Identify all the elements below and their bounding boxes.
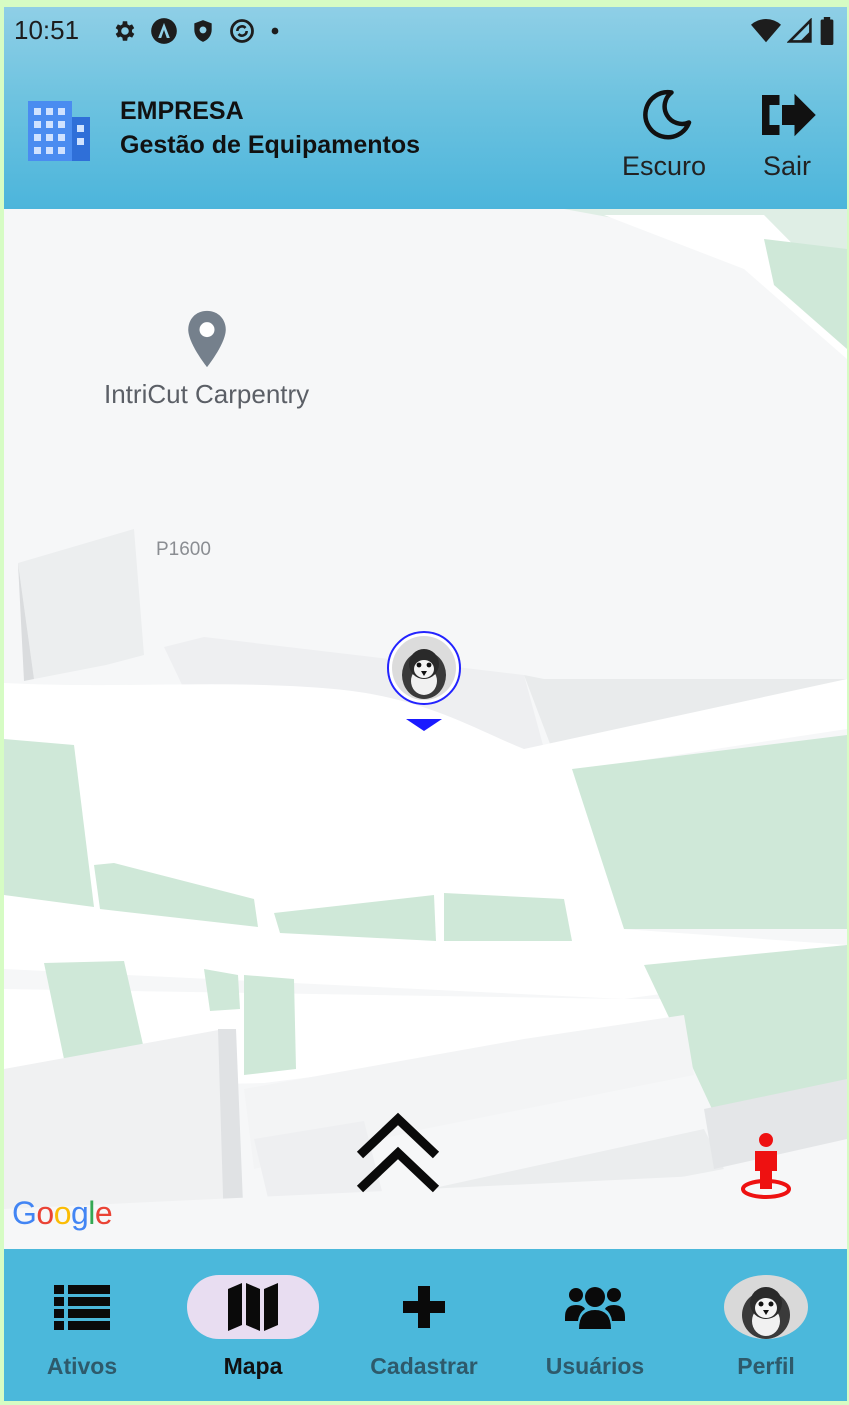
status-notification-icons [112,17,282,45]
app-subtitle: Gestão de Equipamentos [120,131,421,159]
shield-icon [194,20,212,42]
user-avatar-marker [387,631,461,731]
map-icon [228,1283,278,1331]
nav-item-ativos[interactable]: Ativos [7,1275,157,1380]
moon-icon [643,89,692,140]
battery-icon [820,17,834,45]
app-frame: 10:51 EMPRESA Gestão de Equipamentos Esc… [4,7,847,1401]
map-poi[interactable]: IntriCut Carpentry [104,309,309,410]
status-time: 10:51 [14,15,80,45]
logout-label: Sair [762,151,811,181]
location-pin-icon [187,310,226,368]
logout-icon [762,93,816,137]
users-icon [565,1287,625,1329]
nav-item-usuarios[interactable]: Usuários [520,1275,670,1380]
area-code-label: P1600 [156,539,211,560]
nav-item-mapa[interactable]: Mapa [178,1275,328,1380]
double-chevron-up-icon [356,1112,440,1193]
dot-icon [271,27,279,35]
app-header: 10:51 EMPRESA Gestão de Equipamentos Esc… [4,7,847,209]
status-bar: 10:51 [4,7,847,53]
nav-label-ativos: Ativos [46,1353,118,1379]
sync-icon [230,19,254,43]
nav-label-usuarios: Usuários [545,1353,645,1379]
nav-label-cadastrar: Cadastrar [370,1353,478,1379]
nav-label-perfil: Perfil [737,1353,795,1379]
nav-label-mapa: Mapa [223,1353,283,1379]
my-location-button[interactable] [738,1131,794,1201]
user-location-marker[interactable] [384,631,464,731]
dark-mode-label: Escuro [622,151,707,181]
android-auto-icon [151,18,177,44]
nav-item-cadastrar[interactable]: Cadastrar [349,1275,499,1380]
list-icon [54,1285,110,1330]
bottom-navigation: Ativos Mapa Cadastrar Usuários Perfil [4,1249,847,1401]
gear-icon [115,21,135,41]
status-system-icons [751,17,835,45]
person-pin-icon [741,1133,791,1199]
wifi-icon [751,19,781,43]
map-view[interactable]: IntriCut Carpentry P1600 Google [4,209,847,1249]
signal-icon [787,18,812,43]
building-icon [28,101,90,161]
dark-mode-button[interactable]: Escuro [622,85,706,182]
expand-panel-button[interactable] [356,1111,440,1195]
company-name: EMPRESA [120,97,244,125]
google-logo: Google [12,1195,113,1231]
nav-active-indicator [187,1275,319,1339]
avatar [724,1275,808,1339]
brand: EMPRESA Gestão de Equipamentos [26,97,421,163]
logout-button[interactable]: Sair [754,85,820,182]
plus-icon [403,1286,445,1328]
poi-name: IntriCut Carpentry [104,379,310,409]
nav-item-perfil[interactable]: Perfil [691,1275,841,1380]
